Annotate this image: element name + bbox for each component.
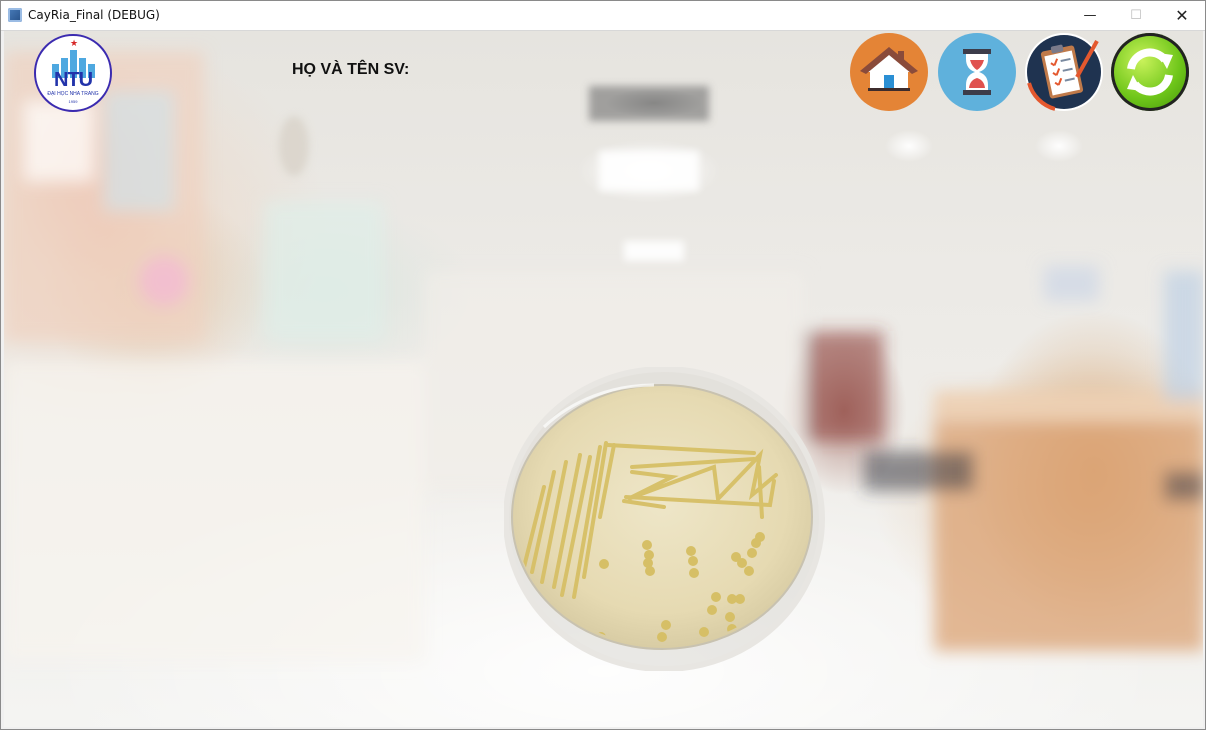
- petri-dish: [504, 367, 825, 671]
- clipboard-checklist-icon: [1027, 35, 1101, 111]
- title-bar: CayRia_Final (DEBUG) — ☐ ✕: [1, 1, 1205, 31]
- window-title: CayRia_Final (DEBUG): [28, 8, 160, 22]
- lab-scene: ★ NTU ĐẠI HỌC NHA TRANG 1959 HỌ VÀ TÊN S…: [4, 31, 1203, 727]
- logo-subtitle: ĐẠI HỌC NHA TRANG: [47, 91, 99, 97]
- ntu-logo: ★ NTU ĐẠI HỌC NHA TRANG 1959: [34, 34, 112, 112]
- maximize-button[interactable]: ☐: [1113, 1, 1159, 30]
- home-button[interactable]: [850, 33, 928, 111]
- student-name-label: HỌ VÀ TÊN SV:: [292, 61, 410, 78]
- logo-text: NTU: [53, 69, 93, 91]
- close-button[interactable]: ✕: [1159, 1, 1205, 30]
- home-icon: [860, 47, 918, 91]
- hourglass-icon: [963, 49, 991, 95]
- logo-year: 1959: [68, 99, 78, 104]
- timer-button[interactable]: [938, 33, 1016, 111]
- app-icon: [8, 8, 22, 22]
- report-button[interactable]: [1025, 33, 1103, 111]
- refresh-icon: [1127, 48, 1173, 96]
- minimize-button[interactable]: —: [1067, 1, 1113, 30]
- app-window: CayRia_Final (DEBUG) — ☐ ✕ ★ NTU ĐẠI HỌC…: [0, 0, 1206, 730]
- refresh-button[interactable]: [1111, 33, 1189, 111]
